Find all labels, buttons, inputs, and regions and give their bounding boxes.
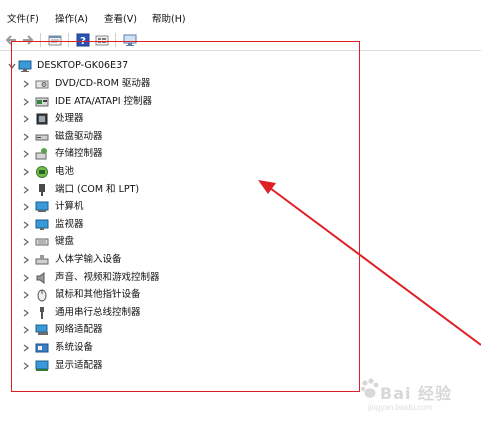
chevron-right-icon[interactable] bbox=[21, 132, 31, 142]
hid-icon bbox=[35, 255, 49, 265]
chevron-right-icon[interactable] bbox=[21, 325, 31, 335]
tree-root-label: DESKTOP-GK06E37 bbox=[37, 60, 129, 71]
chevron-right-icon[interactable] bbox=[21, 79, 31, 89]
help-icon[interactable]: ? bbox=[76, 33, 90, 47]
processor-icon bbox=[36, 113, 48, 125]
display-adapter-icon bbox=[35, 360, 49, 371]
watermark-text: Bai 经验 bbox=[380, 384, 453, 403]
chevron-right-icon[interactable] bbox=[21, 185, 31, 195]
dvd-drive-icon bbox=[35, 80, 49, 89]
menu-view[interactable]: 查看(V) bbox=[104, 11, 137, 25]
disk-drive-icon bbox=[35, 134, 49, 141]
tree-item-label: 键盘 bbox=[55, 236, 75, 248]
tree-item-label: 鼠标和其他指针设备 bbox=[55, 289, 141, 301]
tree-item-label: 处理器 bbox=[55, 113, 84, 125]
chevron-down-icon[interactable] bbox=[7, 61, 17, 71]
menu-file[interactable]: 文件(F) bbox=[7, 11, 39, 25]
tree-item-label: 磁盘驱动器 bbox=[55, 130, 103, 142]
tree-item-label: 存储控制器 bbox=[55, 148, 103, 160]
system-devices-icon bbox=[35, 343, 49, 353]
tree-item-label: 监视器 bbox=[55, 218, 84, 230]
toolbar-separator bbox=[115, 33, 116, 47]
chevron-right-icon[interactable] bbox=[21, 202, 31, 212]
chevron-right-icon[interactable] bbox=[21, 255, 31, 265]
toolbar-separator bbox=[68, 33, 69, 47]
back-icon[interactable] bbox=[4, 33, 18, 47]
properties-icon[interactable] bbox=[48, 33, 62, 47]
storage-controller-icon bbox=[35, 148, 47, 160]
computer-icon bbox=[18, 60, 32, 72]
watermark-subtext: jingyan.baidu.com bbox=[368, 403, 433, 412]
tree-item-label: DVD/CD-ROM 驱动器 bbox=[55, 78, 151, 89]
menu-bar: 文件(F) 操作(A) 查看(V) 帮助(H) bbox=[0, 0, 481, 30]
device-tree: DESKTOP-GK06E37 DVD/CD-ROM 驱动器 IDE ATA/AT… bbox=[0, 51, 481, 428]
computer-icon bbox=[35, 201, 49, 213]
chevron-right-icon[interactable] bbox=[21, 273, 31, 283]
menu-help[interactable]: 帮助(H) bbox=[152, 11, 186, 25]
tree-item-label: 计算机 bbox=[55, 201, 84, 213]
mouse-icon bbox=[37, 289, 47, 302]
tree-item-label: 通用串行总线控制器 bbox=[55, 306, 141, 318]
tree-item-label: 网络适配器 bbox=[55, 324, 103, 336]
chevron-right-icon[interactable] bbox=[21, 97, 31, 107]
chevron-right-icon[interactable] bbox=[21, 114, 31, 124]
chevron-right-icon[interactable] bbox=[21, 220, 31, 230]
tree-item-label: 显示适配器 bbox=[55, 359, 103, 371]
forward-icon[interactable] bbox=[21, 33, 35, 47]
port-icon bbox=[39, 183, 45, 196]
ide-controller-icon bbox=[35, 97, 49, 107]
tree-item-label: 人体学输入设备 bbox=[55, 254, 122, 265]
sound-icon bbox=[36, 271, 45, 284]
tree-item-label: 系统设备 bbox=[55, 342, 94, 353]
chevron-right-icon[interactable] bbox=[21, 308, 31, 318]
chevron-right-icon[interactable] bbox=[21, 343, 31, 353]
monitor-icon bbox=[35, 219, 49, 230]
keyboard-icon bbox=[35, 238, 49, 246]
tree-item-label: 电池 bbox=[55, 166, 75, 177]
chevron-right-icon[interactable] bbox=[21, 361, 31, 371]
tree-item-label: 声音、视频和游戏控制器 bbox=[55, 271, 160, 283]
battery-icon bbox=[36, 166, 48, 178]
details-icon[interactable] bbox=[95, 33, 109, 47]
monitor-icon[interactable] bbox=[123, 33, 137, 47]
menu-action[interactable]: 操作(A) bbox=[55, 11, 88, 25]
toolbar: ? bbox=[0, 30, 481, 51]
chevron-right-icon[interactable] bbox=[21, 167, 31, 177]
paw-logo-icon bbox=[360, 378, 379, 398]
toolbar-separator bbox=[40, 33, 41, 47]
svg-text:?: ? bbox=[80, 36, 86, 47]
usb-icon bbox=[40, 306, 44, 319]
watermark: Bai 经验 jingyan.baidu.com bbox=[360, 376, 475, 424]
chevron-right-icon[interactable] bbox=[21, 237, 31, 247]
network-adapter-icon bbox=[35, 324, 48, 336]
tree-item-label: IDE ATA/ATAPI 控制器 bbox=[55, 95, 153, 107]
chevron-right-icon[interactable] bbox=[21, 149, 31, 159]
tree-item-label: 端口 (COM 和 LPT) bbox=[55, 183, 140, 195]
chevron-right-icon[interactable] bbox=[21, 290, 31, 300]
